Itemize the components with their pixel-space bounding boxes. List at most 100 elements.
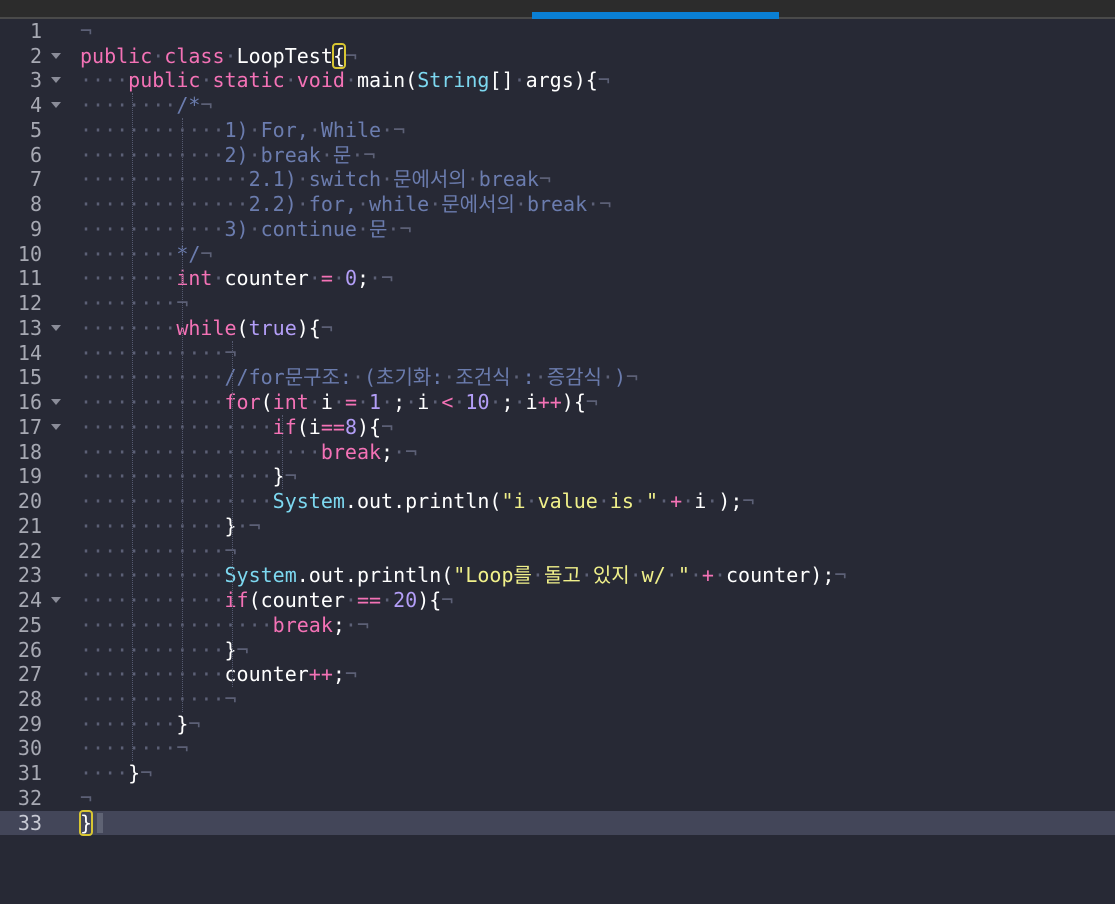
code-line[interactable]: 20 ················System.out.println("i·…	[0, 489, 1115, 514]
code-text[interactable]: ········/*¬	[80, 93, 212, 118]
code-text[interactable]: ············System.out.println("Loop를·돌고…	[80, 563, 846, 588]
code-text[interactable]: ············}·¬	[80, 514, 261, 539]
code-text[interactable]: ············1)·For,·While·¬	[80, 118, 405, 143]
code-line[interactable]: 1 ¬	[0, 19, 1115, 44]
code-text[interactable]: ············if(counter·==·20){¬	[80, 588, 453, 613]
code-text[interactable]: ··············2.2)·for,·while·문에서의·break…	[80, 192, 611, 217]
code-line[interactable]: 17 ················if(i==8){¬	[0, 415, 1115, 440]
code-text[interactable]: ¬	[80, 19, 92, 44]
line-number: 4	[29, 93, 42, 118]
code-line[interactable]: 3 ····public·static·void·main(String[]·ar…	[0, 68, 1115, 93]
code-text[interactable]: ············}¬	[80, 638, 249, 663]
whitespace-marker: ········	[80, 241, 177, 266]
code-line[interactable]: 10 ········*/¬	[0, 242, 1115, 267]
code-line[interactable]: 21 ············}·¬	[0, 514, 1115, 539]
code-text[interactable]: ········¬	[80, 736, 188, 761]
active-tab-indicator[interactable]	[532, 12, 779, 19]
whitespace-marker: ·	[332, 266, 345, 291]
fold-toggle-icon[interactable]	[51, 102, 61, 109]
operator-token: ==	[356, 588, 382, 613]
fold-toggle-icon[interactable]	[51, 52, 61, 59]
number-token: 8	[344, 414, 357, 439]
code-text[interactable]: ········¬	[80, 291, 188, 316]
comment-token: break	[260, 142, 321, 167]
type-token: System	[224, 563, 297, 588]
code-text[interactable]: ············¬	[80, 341, 237, 366]
comment-token: 2.2)	[248, 192, 297, 217]
whitespace-marker: ·	[429, 390, 442, 415]
code-text[interactable]: ····················break;·¬	[80, 440, 417, 465]
code-line[interactable]: 15 ············//for문구조:·(초기화:·조건식·:·증감식·…	[0, 365, 1115, 390]
code-line[interactable]: 12 ········¬	[0, 291, 1115, 316]
code-editor[interactable]: 1 ¬ 2 public·class·LoopTest{¬ 3 ····public·st…	[0, 19, 1115, 904]
code-text[interactable]: ············¬	[80, 687, 237, 712]
code-line[interactable]: 16 ············for(int·i·=·1·;·i·<·10·;·i…	[0, 390, 1115, 415]
code-line[interactable]: 4 ········/*¬	[0, 93, 1115, 118]
fold-toggle-icon[interactable]	[51, 399, 61, 406]
code-line[interactable]: 26 ············}¬	[0, 638, 1115, 663]
code-text[interactable]: ············3)·continue·문·¬	[80, 217, 412, 242]
code-line[interactable]: 23 ············System.out.println("Loop를·…	[0, 563, 1115, 588]
code-line[interactable]: 31 ····}¬	[0, 761, 1115, 786]
fold-toggle-icon[interactable]	[51, 77, 61, 84]
code-text[interactable]: ················break;·¬	[80, 613, 369, 638]
code-text[interactable]: }	[78, 809, 94, 836]
code-text[interactable]: ················if(i==8){¬	[80, 415, 393, 440]
line-number: 32	[17, 785, 42, 810]
code-text[interactable]: ················}¬	[80, 464, 297, 489]
fold-toggle-icon[interactable]	[51, 423, 61, 430]
whitespace-marker: ················	[80, 414, 273, 439]
code-text[interactable]: ········int·counter·=·0;·¬	[80, 266, 393, 291]
code-line[interactable]: 25 ················break;·¬	[0, 613, 1115, 638]
operator-token: ==	[320, 414, 345, 439]
string-token: value	[537, 489, 598, 514]
code-text[interactable]: ············for(int·i·=·1·;·i·<·10·;·i++…	[80, 390, 598, 415]
whitespace-marker: ··············	[80, 192, 249, 217]
code-line[interactable]: 19 ················}¬	[0, 464, 1115, 489]
line-number: 30	[17, 736, 42, 761]
code-text[interactable]: ¬	[80, 786, 92, 811]
fold-toggle-icon[interactable]	[51, 324, 61, 331]
code-text[interactable]: ····public·static·void·main(String[]·arg…	[80, 68, 610, 93]
code-line[interactable]: 29 ········}¬	[0, 712, 1115, 737]
code-text[interactable]: ············2)·break·문·¬	[80, 143, 375, 168]
line-number: 28	[17, 686, 42, 711]
code-line[interactable]: 9 ············3)·continue·문·¬	[0, 217, 1115, 242]
pilcrow-marker: ¬	[224, 340, 237, 365]
code-line[interactable]: 30 ········¬	[0, 736, 1115, 761]
code-text[interactable]: ············//for문구조:·(초기화:·조건식·:·증감식·)¬	[80, 365, 638, 390]
text-cursor	[97, 812, 103, 833]
code-line[interactable]: 8 ··············2.2)·for,·while·문에서의·brea…	[0, 192, 1115, 217]
code-text[interactable]: ··············2.1)·switch·문에서의·break¬	[80, 167, 551, 192]
code-token: args){	[525, 68, 598, 93]
code-line[interactable]: 27 ············counter++;¬	[0, 662, 1115, 687]
fold-toggle-icon[interactable]	[51, 597, 61, 604]
code-text[interactable]: ········}¬	[80, 712, 200, 737]
code-text[interactable]: ········*/¬	[80, 242, 212, 267]
code-line[interactable]: 5 ············1)·For,·While·¬	[0, 118, 1115, 143]
code-token: );	[718, 489, 743, 514]
whitespace-marker: ·	[344, 612, 357, 637]
code-text[interactable]: ············¬	[80, 539, 237, 564]
code-line[interactable]: 7 ··············2.1)·switch·문에서의·break¬	[0, 167, 1115, 192]
code-text[interactable]: ····}¬	[80, 761, 152, 786]
code-line[interactable]: 13 ········while(true){¬	[0, 316, 1115, 341]
code-line[interactable]: 11 ········int·counter·=·0;·¬	[0, 266, 1115, 291]
whitespace-marker: ·	[601, 365, 614, 390]
code-line[interactable]: 28 ············¬	[0, 687, 1115, 712]
code-line[interactable]: 33}	[0, 809, 1115, 836]
code-text[interactable]: ············counter++;¬	[80, 662, 357, 687]
comment-token: switch	[308, 167, 382, 192]
code-text[interactable]: public·class·LoopTest{¬	[80, 42, 357, 69]
pilcrow-marker: ¬	[538, 167, 552, 192]
code-text[interactable]: ········while(true){¬	[80, 316, 333, 341]
code-line[interactable]: 24 ············if(counter·==·20){¬	[0, 588, 1115, 613]
code-line[interactable]: 22 ············¬	[0, 539, 1115, 564]
code-line[interactable]: 2 public·class·LoopTest{¬	[0, 42, 1115, 69]
whitespace-marker: ·	[580, 563, 593, 588]
code-line[interactable]: 32 ¬	[0, 786, 1115, 811]
code-line[interactable]: 6 ············2)·break·문·¬	[0, 143, 1115, 168]
pilcrow-marker: ¬	[344, 43, 357, 68]
code-line[interactable]: 14 ············¬	[0, 341, 1115, 366]
code-line[interactable]: 18 ····················break;·¬	[0, 440, 1115, 465]
